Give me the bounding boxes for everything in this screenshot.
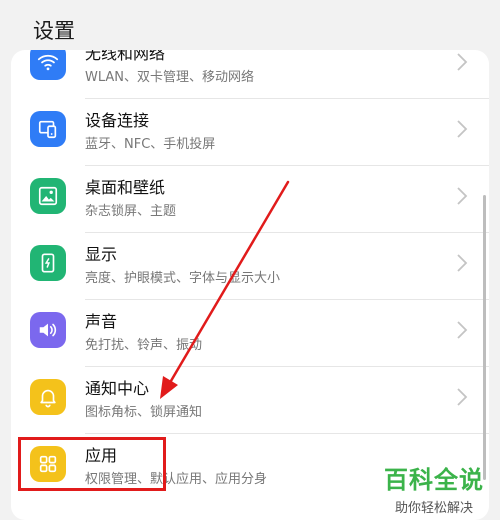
watermark: 百科全说 助你轻松解决 bbox=[374, 460, 494, 520]
scrollbar[interactable] bbox=[483, 195, 486, 480]
settings-item-title: 无线和网络 bbox=[85, 50, 166, 63]
settings-item-title: 设备连接 bbox=[85, 111, 150, 130]
watermark-title: 百科全说 bbox=[384, 466, 484, 494]
bell-icon bbox=[30, 379, 66, 415]
chevron-right-icon bbox=[457, 187, 468, 205]
settings-item-subtitle: 杂志锁屏、主题 bbox=[85, 204, 177, 219]
chevron-right-icon bbox=[457, 321, 468, 339]
chevron-right-icon bbox=[457, 120, 468, 138]
page-title: 设置 bbox=[33, 19, 75, 43]
settings-item-subtitle: WLAN、双卡管理、移动网络 bbox=[85, 70, 255, 85]
wifi-icon bbox=[30, 50, 66, 80]
display-icon bbox=[30, 245, 66, 281]
settings-item-subtitle: 图标角标、锁屏通知 bbox=[85, 405, 203, 420]
settings-item-sound[interactable]: 声音 免打扰、铃声、振动 bbox=[11, 301, 489, 367]
device-connect-icon bbox=[30, 111, 66, 147]
settings-item-wireless[interactable]: 无线和网络 WLAN、双卡管理、移动网络 bbox=[11, 50, 489, 99]
divider bbox=[85, 366, 489, 367]
settings-item-title: 声音 bbox=[85, 312, 118, 331]
settings-item-title: 显示 bbox=[85, 245, 118, 264]
wallpaper-icon bbox=[30, 178, 66, 214]
divider bbox=[85, 165, 489, 166]
sound-icon bbox=[30, 312, 66, 348]
settings-item-subtitle: 蓝牙、NFC、手机投屏 bbox=[85, 137, 216, 152]
settings-screen: 设置 无线和网络 WLAN、双卡管理、移动网络 设备连接 蓝牙、NFC、手机投屏 bbox=[0, 0, 500, 520]
settings-item-title: 桌面和壁纸 bbox=[85, 178, 166, 197]
settings-item-title: 通知中心 bbox=[85, 379, 150, 398]
highlight-box bbox=[18, 437, 166, 491]
settings-item-display[interactable]: 显示 亮度、护眼模式、字体与显示大小 bbox=[11, 234, 489, 300]
settings-item-notification-center[interactable]: 通知中心 图标角标、锁屏通知 bbox=[11, 368, 489, 434]
watermark-subtitle: 助你轻松解决 bbox=[394, 501, 473, 516]
settings-item-desktop-wallpaper[interactable]: 桌面和壁纸 杂志锁屏、主题 bbox=[11, 167, 489, 233]
chevron-right-icon bbox=[457, 388, 468, 406]
divider bbox=[85, 433, 489, 434]
settings-item-subtitle: 亮度、护眼模式、字体与显示大小 bbox=[85, 271, 281, 286]
chevron-right-icon bbox=[457, 254, 468, 272]
divider bbox=[85, 232, 489, 233]
divider bbox=[85, 98, 489, 99]
divider bbox=[85, 299, 489, 300]
chevron-right-icon bbox=[457, 53, 468, 71]
settings-item-device-connection[interactable]: 设备连接 蓝牙、NFC、手机投屏 bbox=[11, 100, 489, 166]
settings-item-subtitle: 免打扰、铃声、振动 bbox=[85, 338, 203, 353]
